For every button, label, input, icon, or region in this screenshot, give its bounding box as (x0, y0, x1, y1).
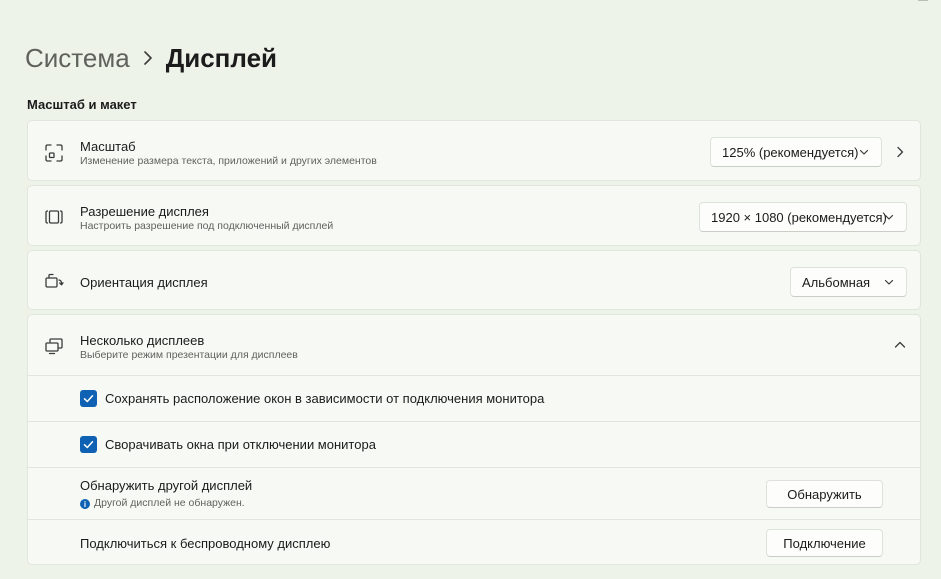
breadcrumb-parent[interactable]: Система (25, 43, 130, 74)
orientation-card: Ориентация дисплея Альбомная (27, 250, 921, 310)
connect-button[interactable]: Подключение (766, 529, 883, 557)
window-control-hint (918, 0, 928, 1)
checkmark-icon (83, 395, 94, 403)
orientation-icon (44, 272, 64, 292)
resolution-subtitle: Настроить разрешение под подключенный ди… (80, 220, 334, 232)
orientation-title: Ориентация дисплея (80, 275, 208, 290)
multiple-displays-title: Несколько дисплеев (80, 333, 205, 348)
detect-display-status: Другой дисплей не обнаружен. (94, 497, 245, 509)
page-title: Дисплей (165, 42, 278, 73)
wireless-display-title: Подключиться к беспроводному дисплею (80, 536, 331, 551)
resolution-dropdown[interactable]: 1920 × 1080 (рекомендуется) (699, 202, 907, 232)
scale-title: Масштаб (80, 139, 136, 154)
remember-window-locations-row: Сохранять расположение окон в зависимост… (28, 375, 920, 421)
multiple-displays-icon (44, 336, 64, 356)
breadcrumb: Система Дисплей (25, 40, 277, 76)
checkmark-icon (83, 441, 94, 449)
chevron-down-icon (884, 279, 894, 285)
chevron-up-icon[interactable] (894, 339, 906, 351)
detect-button[interactable]: Обнаружить (766, 480, 883, 508)
section-title: Масштаб и макет (27, 97, 137, 112)
detect-display-row: Обнаружить другой дисплей i Другой диспл… (28, 467, 920, 519)
scale-card[interactable]: Масштаб Изменение размера текста, прилож… (27, 120, 921, 181)
remember-window-locations-label: Сохранять расположение окон в зависимост… (105, 391, 545, 406)
chevron-down-icon (884, 214, 894, 220)
resolution-dropdown-value: 1920 × 1080 (рекомендуется) (711, 209, 887, 225)
multiple-displays-subtitle: Выберите режим презентации для дисплеев (80, 349, 298, 361)
minimize-windows-row: Сворачивать окна при отключении монитора (28, 421, 920, 467)
orientation-dropdown-value: Альбомная (802, 274, 871, 290)
multiple-displays-card: Несколько дисплеев Выберите режим презен… (27, 314, 921, 565)
minimize-windows-label: Сворачивать окна при отключении монитора (105, 437, 376, 452)
orientation-dropdown[interactable]: Альбомная (790, 267, 907, 297)
info-icon: i (80, 499, 90, 509)
remember-window-locations-checkbox[interactable] (80, 390, 97, 407)
breadcrumb-chevron-icon (143, 51, 153, 65)
resolution-card: Разрешение дисплея Настроить разрешение … (27, 185, 921, 246)
resolution-icon (44, 207, 64, 227)
detect-display-title: Обнаружить другой дисплей (80, 478, 253, 493)
chevron-down-icon (859, 149, 869, 155)
scale-dropdown[interactable]: 125% (рекомендуется) (710, 137, 882, 167)
scale-dropdown-value: 125% (рекомендуется) (722, 144, 859, 160)
chevron-right-icon[interactable] (894, 146, 906, 158)
wireless-display-row: Подключиться к беспроводному дисплею Под… (28, 519, 920, 566)
scale-subtitle: Изменение размера текста, приложений и д… (80, 155, 377, 167)
minimize-windows-checkbox[interactable] (80, 436, 97, 453)
multiple-displays-header[interactable]: Несколько дисплеев Выберите режим презен… (28, 315, 920, 375)
scale-icon (44, 143, 64, 163)
resolution-title: Разрешение дисплея (80, 204, 209, 219)
